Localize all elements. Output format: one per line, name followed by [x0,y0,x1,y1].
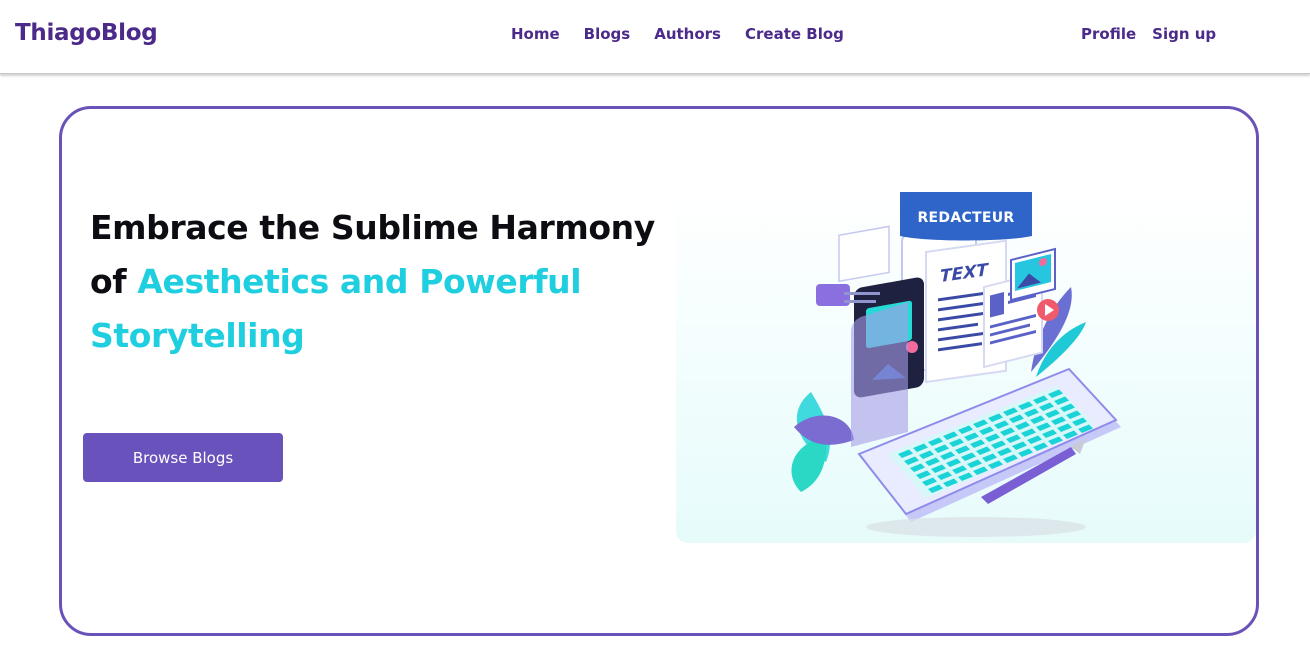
main-nav: Home Blogs Authors Create Blog [511,25,868,43]
nav-signup-link[interactable]: Sign up [1152,25,1216,43]
hero-card: Embrace the Sublime Harmony of Aesthetic… [59,106,1259,636]
laptop-writing-illustration: TEXT REDACTEUR [791,192,1121,537]
hero-illustration: TEXT REDACTEUR [676,192,1256,543]
hero-headline: Embrace the Sublime Harmony of Aesthetic… [90,201,670,363]
account-nav: Profile Sign up [1081,25,1232,43]
top-navbar: ThiagoBlog Home Blogs Authors Create Blo… [0,0,1310,74]
nav-blogs-link[interactable]: Blogs [584,25,631,43]
redacteur-badge-text: REDACTEUR [917,210,1014,226]
nav-home-link[interactable]: Home [511,25,560,43]
browse-blogs-button[interactable]: Browse Blogs [83,433,283,482]
nav-authors-link[interactable]: Authors [654,25,721,43]
brand-logo[interactable]: ThiagoBlog [15,20,158,46]
headline-accent-text: Aesthetics and Powerful Storytelling [90,262,582,355]
nav-create-blog-link[interactable]: Create Blog [745,25,844,43]
nav-profile-link[interactable]: Profile [1081,25,1136,43]
